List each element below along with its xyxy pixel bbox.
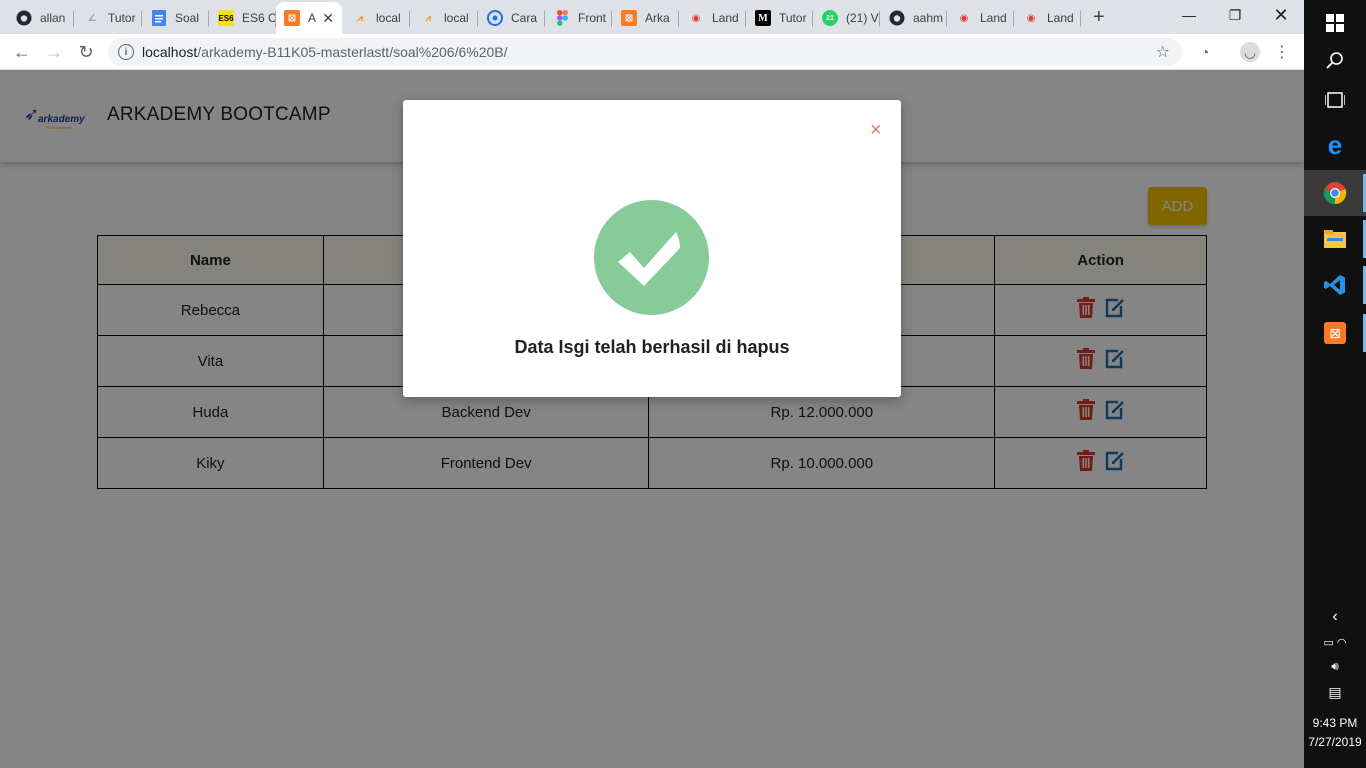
whatsapp-icon: 21 [822,10,838,26]
google-docs-icon [151,10,167,26]
browser-tab[interactable]: Front [546,4,612,32]
address-bar[interactable]: i localhost/arkademy-B11K05-masterlastt/… [108,38,1182,66]
browser-tab[interactable]: Cara [479,4,545,32]
modal-close-icon[interactable]: × [870,120,882,140]
modal-message: Data Isgi telah berhasil di hapus [514,337,790,357]
windows-taskbar: e ⊠ ‹ ▭ ◠ 🔊︎ ▤ 9:43 PM 7/27/2019 [1304,0,1366,768]
menu-kebab-icon[interactable]: ⋮ [1272,42,1292,62]
browser-tab[interactable]: Soal [143,4,209,32]
url-host: localhost [142,44,198,60]
browser-tab[interactable]: ◉ Land [948,4,1014,32]
bookmark-star-icon[interactable]: ☆ [1156,42,1170,62]
browser-tab[interactable]: aahm [881,4,947,32]
notification-icon[interactable]: ▤ [1304,684,1366,701]
url-path: /arkademy-B11K05-masterlastt/soal%206/6%… [197,44,508,60]
success-check-icon [594,200,709,315]
xampp-icon: ⊠ [621,10,637,26]
browser-tab[interactable]: ⊠ Arka [613,4,679,32]
info-icon[interactable]: i [118,44,134,60]
figma-icon [554,10,570,26]
chrome-icon[interactable] [1304,170,1366,216]
extension-icon[interactable]: ◔ [1195,42,1215,62]
site-icon [487,10,503,26]
restore-icon[interactable]: ❐ [1212,0,1258,30]
minimize-icon[interactable]: — [1166,0,1212,30]
xampp-icon: ⊠ [284,10,300,26]
phpmyadmin-icon: ⩘ [425,12,431,24]
close-window-icon[interactable]: ✕ [1258,0,1304,30]
volume-icon[interactable]: 🔊︎ [1304,659,1366,674]
close-tab-icon[interactable]: ✕ [322,10,334,27]
profile-avatar-icon[interactable]: ◡ [1240,42,1260,62]
back-icon[interactable]: ← [10,40,34,64]
browser-tab[interactable]: M Tutor [747,4,813,32]
github-icon [16,10,32,26]
clock-date[interactable]: 7/27/2019 [1304,735,1366,749]
success-modal: × Data Isgi telah berhasil di hapus [403,100,901,397]
clock-time[interactable]: 9:43 PM [1304,716,1366,730]
reload-icon[interactable]: ↻ [74,40,98,64]
github-icon [889,10,905,26]
medium-icon: M [755,10,771,26]
browser-tab[interactable]: ES6 ES6 C [210,4,276,32]
web-page: ➶ arkademy Your Academy ARKADEMY BOOTCAM… [0,70,1304,768]
battery-network-icon[interactable]: ▭ ◠ [1304,636,1366,649]
wifi-icon: ◉ [691,12,701,24]
browser-tab[interactable]: ⩘ local [344,4,410,32]
browser-tab[interactable]: 21 (21) V [814,4,880,32]
browser-tab[interactable]: ◉ Land [680,4,746,32]
es6-icon: ES6 [218,10,234,26]
browser-tab-active[interactable]: ⊠ A ✕ [276,2,342,34]
browser-tab[interactable]: ∠ Tutor [76,4,142,32]
show-hidden-icons-icon[interactable]: ‹ [1304,608,1366,626]
xampp-icon[interactable]: ⊠ [1304,310,1366,356]
browser-tab[interactable]: ⩘ local [412,4,478,32]
browser-tab[interactable]: allan [8,4,74,32]
wifi-icon: ◉ [1026,12,1036,24]
wifi-icon: ◉ [959,12,969,24]
browser-tab[interactable]: ◉ Land [1015,4,1081,32]
edge-icon[interactable]: e [1304,122,1366,168]
file-explorer-icon[interactable] [1304,216,1366,262]
forward-icon[interactable]: → [42,40,66,64]
new-tab-icon[interactable]: + [1093,7,1105,27]
browser-tabstrip: allan ∠ Tutor Soal ES6 ES6 C ⊠ A ✕ ⩘ loc… [0,0,1304,34]
browser-toolbar: ← → ↻ i localhost/arkademy-B11K05-master… [0,34,1304,70]
task-view-icon[interactable] [1304,77,1366,123]
phpmyadmin-icon: ⩘ [357,12,363,24]
vscode-icon[interactable] [1304,262,1366,308]
page-icon: ∠ [87,12,97,24]
